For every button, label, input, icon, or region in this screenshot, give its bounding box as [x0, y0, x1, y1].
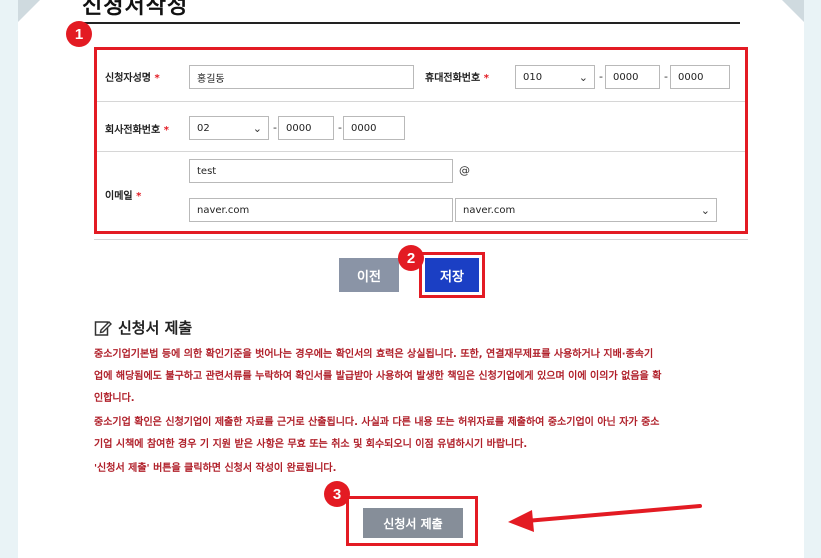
applicant-name-label: 신청자성명 * — [105, 73, 160, 84]
email-domain-select[interactable]: naver.com ⌄ — [455, 198, 717, 222]
title-divider — [82, 22, 740, 24]
notice-line: 기업 시책에 참여한 경우 기 지원 받은 사항은 무효 또는 취소 및 회수되… — [94, 439, 528, 450]
email-at-sign: @ — [459, 164, 470, 177]
office-mid-input[interactable]: 0000 — [278, 116, 334, 140]
form-row-email: 이메일 * test @ naver.com naver.com ⌄ — [97, 152, 745, 234]
mobile-prefix-select[interactable]: 010 ⌄ — [515, 65, 595, 89]
applicant-name-input[interactable]: 홍길동 — [189, 65, 414, 89]
prev-button[interactable]: 이전 — [339, 258, 399, 292]
mobile-label: 휴대전화번호 * — [425, 73, 489, 84]
office-phone-label: 회사전화번호 * — [105, 125, 169, 136]
submit-heading: 신청서 제출 — [94, 317, 192, 338]
email-label: 이메일 * — [105, 191, 142, 202]
mobile-last-input[interactable]: 0000 — [670, 65, 730, 89]
corner-decoration-right — [782, 0, 804, 22]
dash-separator: - — [338, 121, 342, 134]
chevron-down-icon: ⌄ — [700, 204, 710, 217]
submit-button-highlight: 신청서 제출 — [346, 496, 478, 546]
corner-decoration-left — [18, 0, 40, 22]
email-id-input[interactable]: test — [189, 159, 453, 183]
pointer-arrow-icon — [508, 504, 702, 532]
form-row-name-mobile: 신청자성명 * 홍길동 휴대전화번호 * 010 ⌄ - 0000 - 0000 — [97, 50, 745, 102]
office-prefix-select[interactable]: 02 ⌄ — [189, 116, 269, 140]
form-row-office-phone: 회사전화번호 * 02 ⌄ - 0000 - 0000 — [97, 102, 745, 152]
email-domain-input[interactable]: naver.com — [189, 198, 453, 222]
form-divider — [94, 239, 748, 240]
notice-line: 중소기업기본법 등에 의한 확인기준을 벗어나는 경우에는 확인서의 효력은 상… — [94, 349, 654, 360]
submit-application-button[interactable]: 신청서 제출 — [363, 508, 463, 538]
chevron-down-icon: ⌄ — [252, 122, 262, 135]
save-button[interactable]: 저장 — [425, 258, 479, 292]
dash-separator: - — [599, 70, 603, 83]
save-button-highlight: 저장 — [419, 252, 485, 298]
office-last-input[interactable]: 0000 — [343, 116, 405, 140]
dash-separator: - — [273, 121, 277, 134]
form-page: 신청서작성 1 신청자성명 * 홍길동 휴대전화번호 * 010 ⌄ - 000… — [18, 0, 804, 558]
chevron-down-icon: ⌄ — [578, 71, 588, 84]
applicant-info-form: 신청자성명 * 홍길동 휴대전화번호 * 010 ⌄ - 0000 - 0000… — [94, 47, 748, 234]
notice-line: '신청서 제출' 버튼을 클릭하면 신청서 작성이 완료됩니다. — [94, 463, 337, 474]
notice-line: 중소기업 확인은 신청기업이 제출한 자료를 근거로 산출됩니다. 사실과 다른… — [94, 417, 660, 428]
dash-separator: - — [664, 70, 668, 83]
section-title: 신청서작성 — [82, 0, 189, 19]
step-badge-1: 1 — [66, 21, 92, 47]
notice-line: 업에 해당됨에도 불구하고 관련서류를 누락하여 확인서를 발급받아 사용하여 … — [94, 371, 662, 382]
edit-icon — [94, 320, 112, 336]
notice-line: 인합니다. — [94, 393, 135, 404]
mobile-mid-input[interactable]: 0000 — [605, 65, 660, 89]
